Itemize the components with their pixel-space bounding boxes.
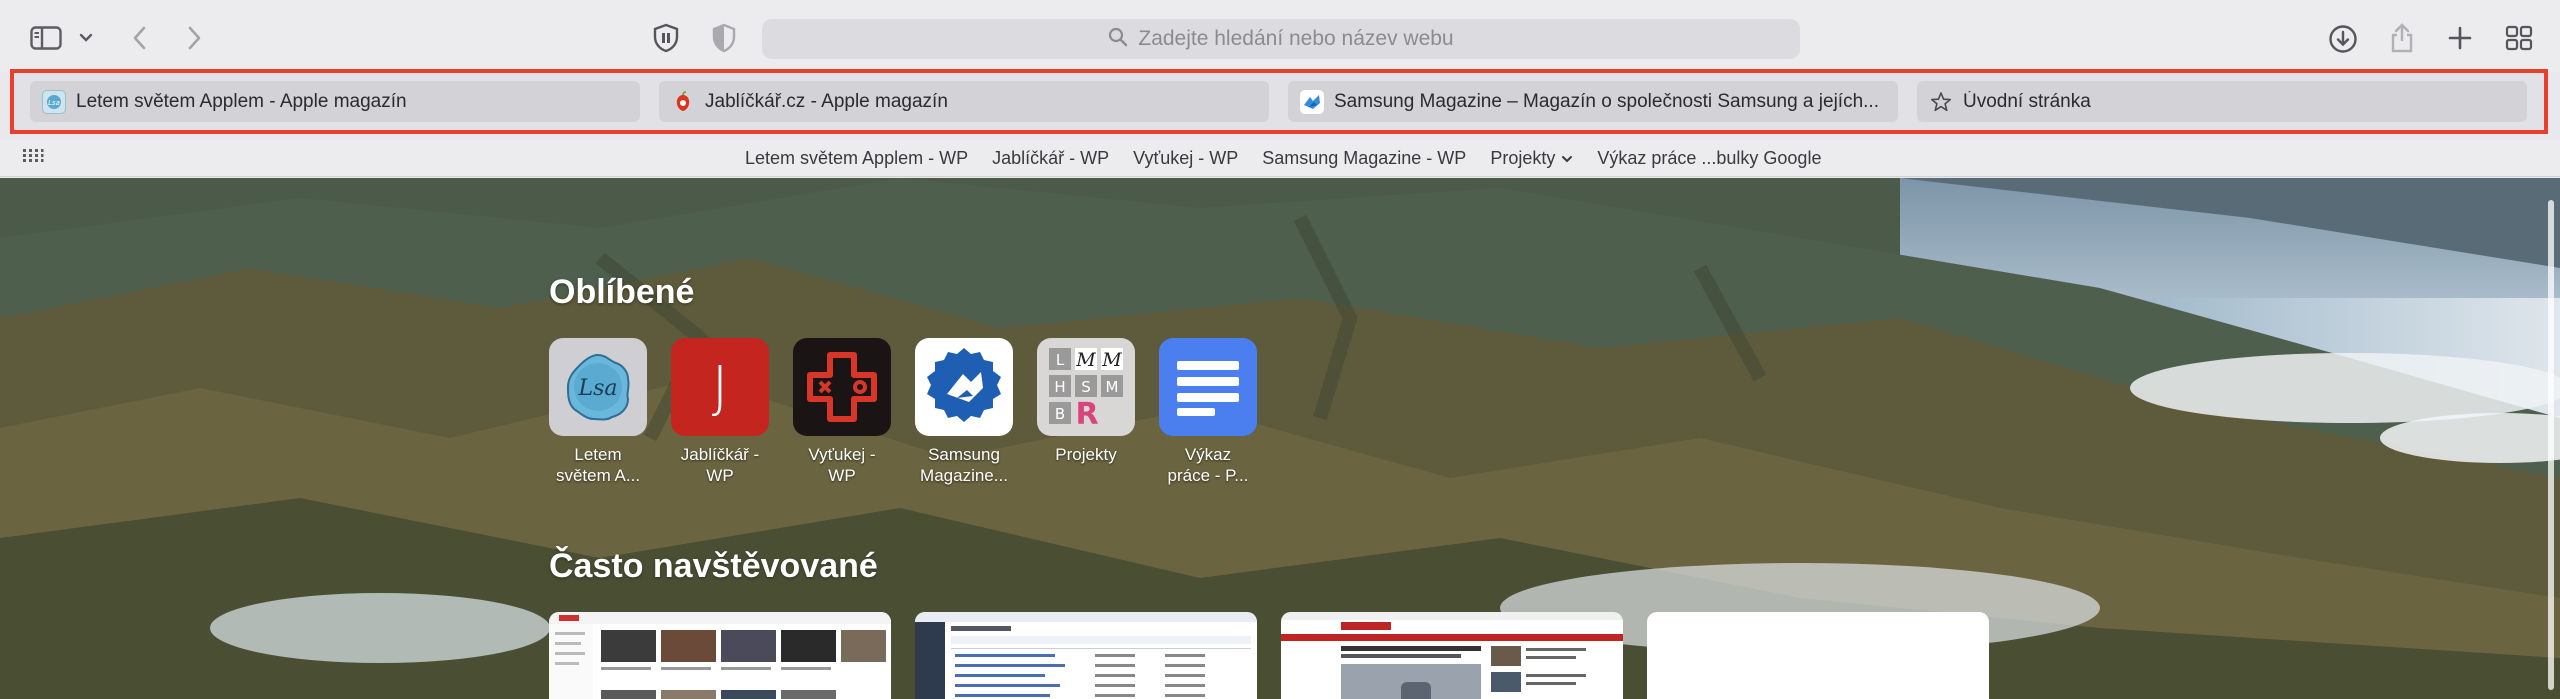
tab-samsung-magazine[interactable]: Samsung Magazine – Magazín o společnosti… [1288,81,1898,122]
favorite-label: Výkaz [1184,445,1232,464]
start-page-background [0,178,2560,699]
favorite-label: WP [706,466,734,485]
projekty-cell-text: M [1106,378,1119,396]
frequent-site-thumbnail[interactable] [549,612,891,699]
jablickar-favicon [671,90,695,114]
favorite-projekty[interactable]: L M M H S M B R Projekty [1037,338,1135,465]
tab-title: Letem světem Applem - Apple magazín [76,90,407,112]
forward-icon[interactable] [182,22,206,54]
favorite-label: Jablíčkář - [680,445,760,464]
favorite-label: Vyťukej - [808,445,876,464]
favorite-label: Projekty [1055,445,1117,464]
favorite-vytukej[interactable]: Vyťukej - WP [793,338,891,486]
apps-grid-icon[interactable] [22,145,44,172]
frequently-visited-heading: Často navštěvované [549,547,878,585]
favorites-heading: Oblíbené [549,273,695,311]
favorite-label: práce - P... [1167,466,1249,485]
chevron-down-icon[interactable] [76,28,96,48]
sidebar-icon[interactable] [28,24,64,52]
tab-title: Úvodní stránka [1963,90,2091,112]
privacy-shield-icon[interactable] [650,22,682,54]
favorite-jablickar[interactable]: J Jablíčkář - WP [671,338,769,486]
projekty-cell-text: S [1081,378,1091,396]
tab-jablickar[interactable]: Jablíčkář.cz - Apple magazín [659,81,1269,122]
favorite-letem-svetem[interactable]: Lsa Letem světem A... [549,338,647,486]
shield-icon[interactable] [708,22,740,54]
tab-title: Samsung Magazine – Magazín o společnosti… [1334,90,1879,112]
svg-text:Lsa: Lsa [48,99,60,107]
projekty-cell-text: H [1054,378,1065,396]
download-icon[interactable] [2326,22,2360,56]
lsa-icon: Lsa [549,338,647,436]
favorite-label: Magazine... [920,466,1008,485]
lsa-icon-text: Lsa [577,376,617,401]
chevron-down-icon [1561,148,1573,169]
favorite-label: Samsung [928,445,1000,464]
jablickar-icon-text: J [711,354,729,420]
vytukej-icon [793,338,891,436]
frequent-site-thumbnail[interactable] [1281,612,1623,699]
address-placeholder: Zadejte hledání nebo název webu [1138,27,1454,50]
plus-icon[interactable] [2444,22,2476,54]
lsa-favicon: Lsa [42,89,66,114]
tab-uvodni-stranka[interactable]: Úvodní stránka [1917,81,2527,122]
favorite-label: WP [828,466,856,485]
frequent-site-thumbnail[interactable] [1647,612,1989,699]
projekty-cell-text: M [1101,349,1122,371]
jablickar-icon: J [671,338,769,436]
bookmark-item[interactable]: Výkaz práce ...bulky Google [1597,148,1821,169]
google-docs-icon [1159,338,1257,436]
favorite-samsung-magazine[interactable]: Samsung Magazine... [915,338,1013,486]
bookmark-item[interactable]: Letem světem Applem - WP [745,148,968,169]
favorite-label: Letem [574,445,622,464]
tab-title: Jablíčkář.cz - Apple magazín [705,90,948,112]
projekty-cell-text: M [1075,349,1096,371]
favorite-vykaz-prace[interactable]: Výkaz práce - P... [1159,338,1257,486]
bookmark-item[interactable]: Samsung Magazine - WP [1262,148,1466,169]
star-icon [1929,90,1953,114]
tab-overview-icon[interactable] [2502,22,2536,54]
samsung-magazine-icon [915,338,1013,436]
address-bar[interactable]: Zadejte hledání nebo název webu [762,19,1800,59]
tab-letem-svetem-applem[interactable]: Lsa Letem světem Applem - Apple magazín [30,81,640,122]
favorite-label: světem A... [555,466,641,485]
projekty-cell-text: B [1055,405,1065,423]
bookmarks-bar: Letem světem Applem - WP Jablíčkář - WP … [0,140,2560,177]
tab-bar: Lsa Letem světem Applem - Apple magazín … [10,69,2548,134]
bookmark-folder-label: Projekty [1490,148,1556,168]
bookmark-item[interactable]: Vyťukej - WP [1133,148,1238,169]
share-icon[interactable] [2385,20,2419,56]
frequent-site-thumbnail[interactable] [915,612,1257,699]
browser-toolbar: Zadejte hledání nebo název webu [0,0,2560,72]
samsung-magazine-favicon [1300,89,1324,114]
magnifier-icon [1108,27,1128,52]
page-scrollbar[interactable] [2547,180,2555,699]
bookmark-folder-projekty[interactable]: Projekty [1490,148,1573,169]
projekty-cell-text: R [1075,397,1098,432]
projekty-cell-text: L [1056,351,1065,369]
bookmark-item[interactable]: Jablíčkář - WP [992,148,1109,169]
back-icon[interactable] [128,22,152,54]
projekty-icon: L M M H S M B R [1037,338,1135,436]
